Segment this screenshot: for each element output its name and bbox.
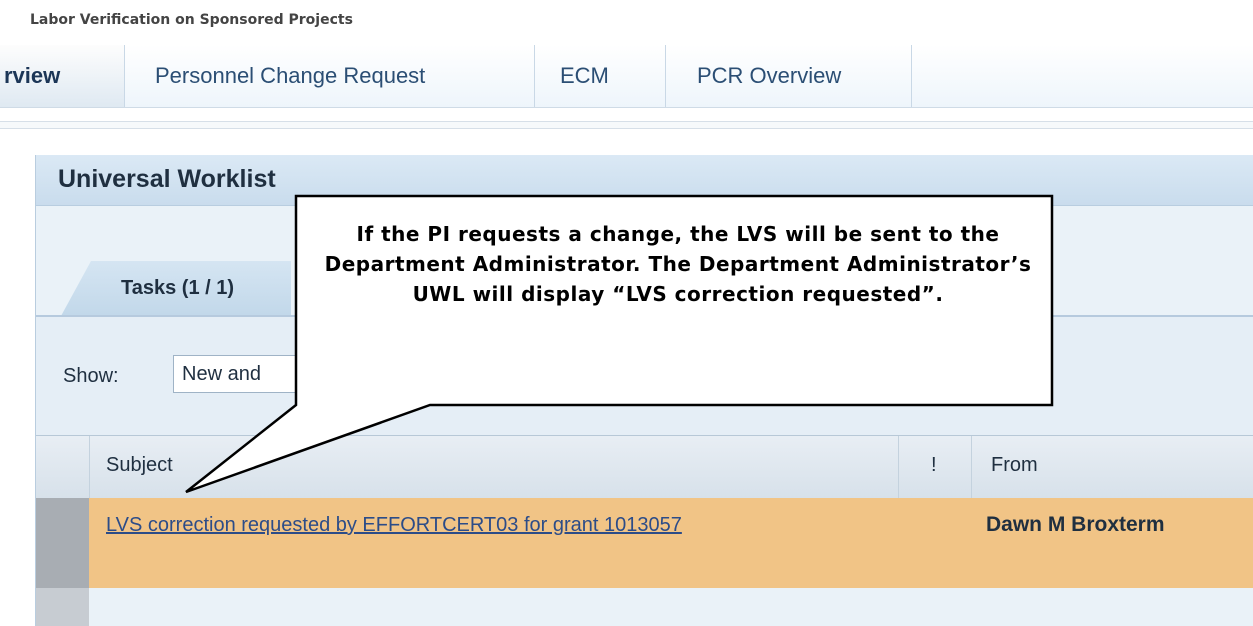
callout-bubble	[185, 194, 1054, 494]
callout-text: If the PI requests a change, the LVS wil…	[324, 222, 1032, 306]
